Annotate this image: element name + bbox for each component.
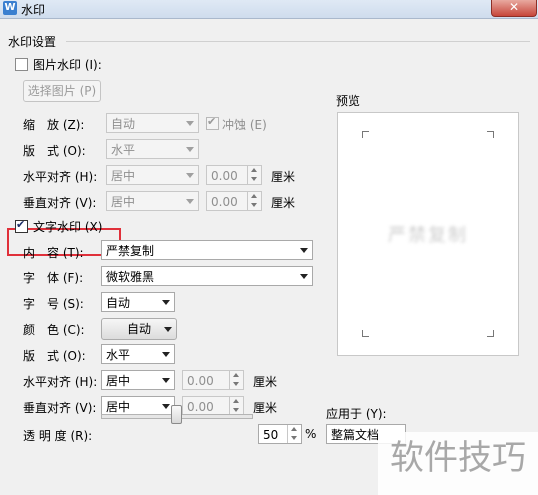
text-watermark-label: 文字水印 (X) [33,220,103,234]
chevron-down-icon [162,404,170,409]
text-valign-label: 垂直对齐 (V): [23,401,97,415]
dialog-body: 水印设置 图片水印 (I): 选择图片 (P) 缩 放 (Z): 自动 冲蚀 (… [0,19,538,495]
font-select[interactable]: 微软雅黑 [101,266,313,286]
close-button[interactable]: ✕ [491,0,537,17]
wps-writer-icon: W [3,1,17,15]
chevron-down-icon [300,274,308,279]
washout-label: 冲蚀 (E) [222,118,267,132]
text-layout-select[interactable]: 水平 [101,344,175,364]
image-layout-label: 版 式 (O): [23,144,86,158]
image-halign-label: 水平对齐 (H): [23,170,98,184]
font-label: 字 体 (F): [23,271,84,285]
chevron-down-icon [162,300,170,305]
section-title: 水印设置 [8,35,57,49]
text-valign-select[interactable]: 居中 [101,396,175,416]
scale-label: 缩 放 (Z): [23,118,85,132]
text-halign-unit: 厘米 [253,375,278,389]
image-watermark-checkbox[interactable] [15,58,28,71]
spinner-arrows-icon[interactable] [229,397,243,415]
section-divider [66,41,530,42]
image-halign-offset[interactable]: 0.00 [206,165,262,185]
color-button[interactable]: 自动 [101,318,177,340]
text-valign-unit: 厘米 [253,401,278,415]
chevron-down-icon [186,121,194,126]
opacity-spinner[interactable]: 50 [258,424,302,444]
text-halign-offset[interactable]: 0.00 [182,370,244,390]
window-title: 水印 [21,3,46,17]
image-valign-offset[interactable]: 0.00 [206,191,262,211]
washout-checkbox[interactable] [206,115,219,130]
chevron-down-icon [186,173,194,178]
spinner-arrows-icon[interactable] [247,166,261,184]
corner-mark [362,131,369,138]
chevron-down-icon [300,248,308,253]
corner-mark [487,131,494,138]
image-halign-select[interactable]: 居中 [106,165,199,185]
size-label: 字 号 (S): [23,297,84,311]
image-watermark-label: 图片水印 (I): [33,58,102,72]
chevron-down-icon [164,327,172,332]
image-valign-unit: 厘米 [271,196,296,210]
preview-pane: 严禁复制 [337,112,519,356]
select-image-button[interactable]: 选择图片 (P) [23,80,101,102]
corner-mark [487,330,494,337]
size-select[interactable]: 自动 [101,292,175,312]
preview-label: 预览 [336,94,361,108]
color-label: 颜 色 (C): [23,323,85,337]
content-label: 内 容 (T): [23,246,84,260]
image-halign-unit: 厘米 [271,170,296,184]
title-bar: W 水印 ✕ [0,0,538,19]
chevron-down-icon [186,147,194,152]
opacity-unit: % [305,427,317,441]
image-valign-label: 垂直对齐 (V): [23,196,97,210]
text-halign-select[interactable]: 居中 [101,370,175,390]
image-layout-select[interactable]: 水平 [106,139,199,159]
text-watermark-checkbox[interactable] [15,218,28,233]
apply-to-label: 应用于 (Y): [326,407,387,421]
corner-mark [362,330,369,337]
text-layout-label: 版 式 (O): [23,349,86,363]
chevron-down-icon [162,378,170,383]
text-valign-offset[interactable]: 0.00 [182,396,244,416]
image-valign-select[interactable]: 居中 [106,191,199,211]
site-watermark-logo: 软件技巧 [378,432,538,495]
chevron-down-icon [162,352,170,357]
spinner-arrows-icon[interactable] [229,371,243,389]
opacity-slider-thumb[interactable] [171,405,182,424]
opacity-label: 透 明 度 (R): [23,429,93,443]
chevron-down-icon [186,199,194,204]
spinner-arrows-icon[interactable] [247,192,261,210]
text-halign-label: 水平对齐 (H): [23,375,98,389]
spinner-arrows-icon[interactable] [287,425,301,443]
scale-select[interactable]: 自动 [106,113,199,133]
preview-watermark-text: 严禁复制 [388,225,468,246]
content-select[interactable]: 严禁复制 [101,240,313,260]
